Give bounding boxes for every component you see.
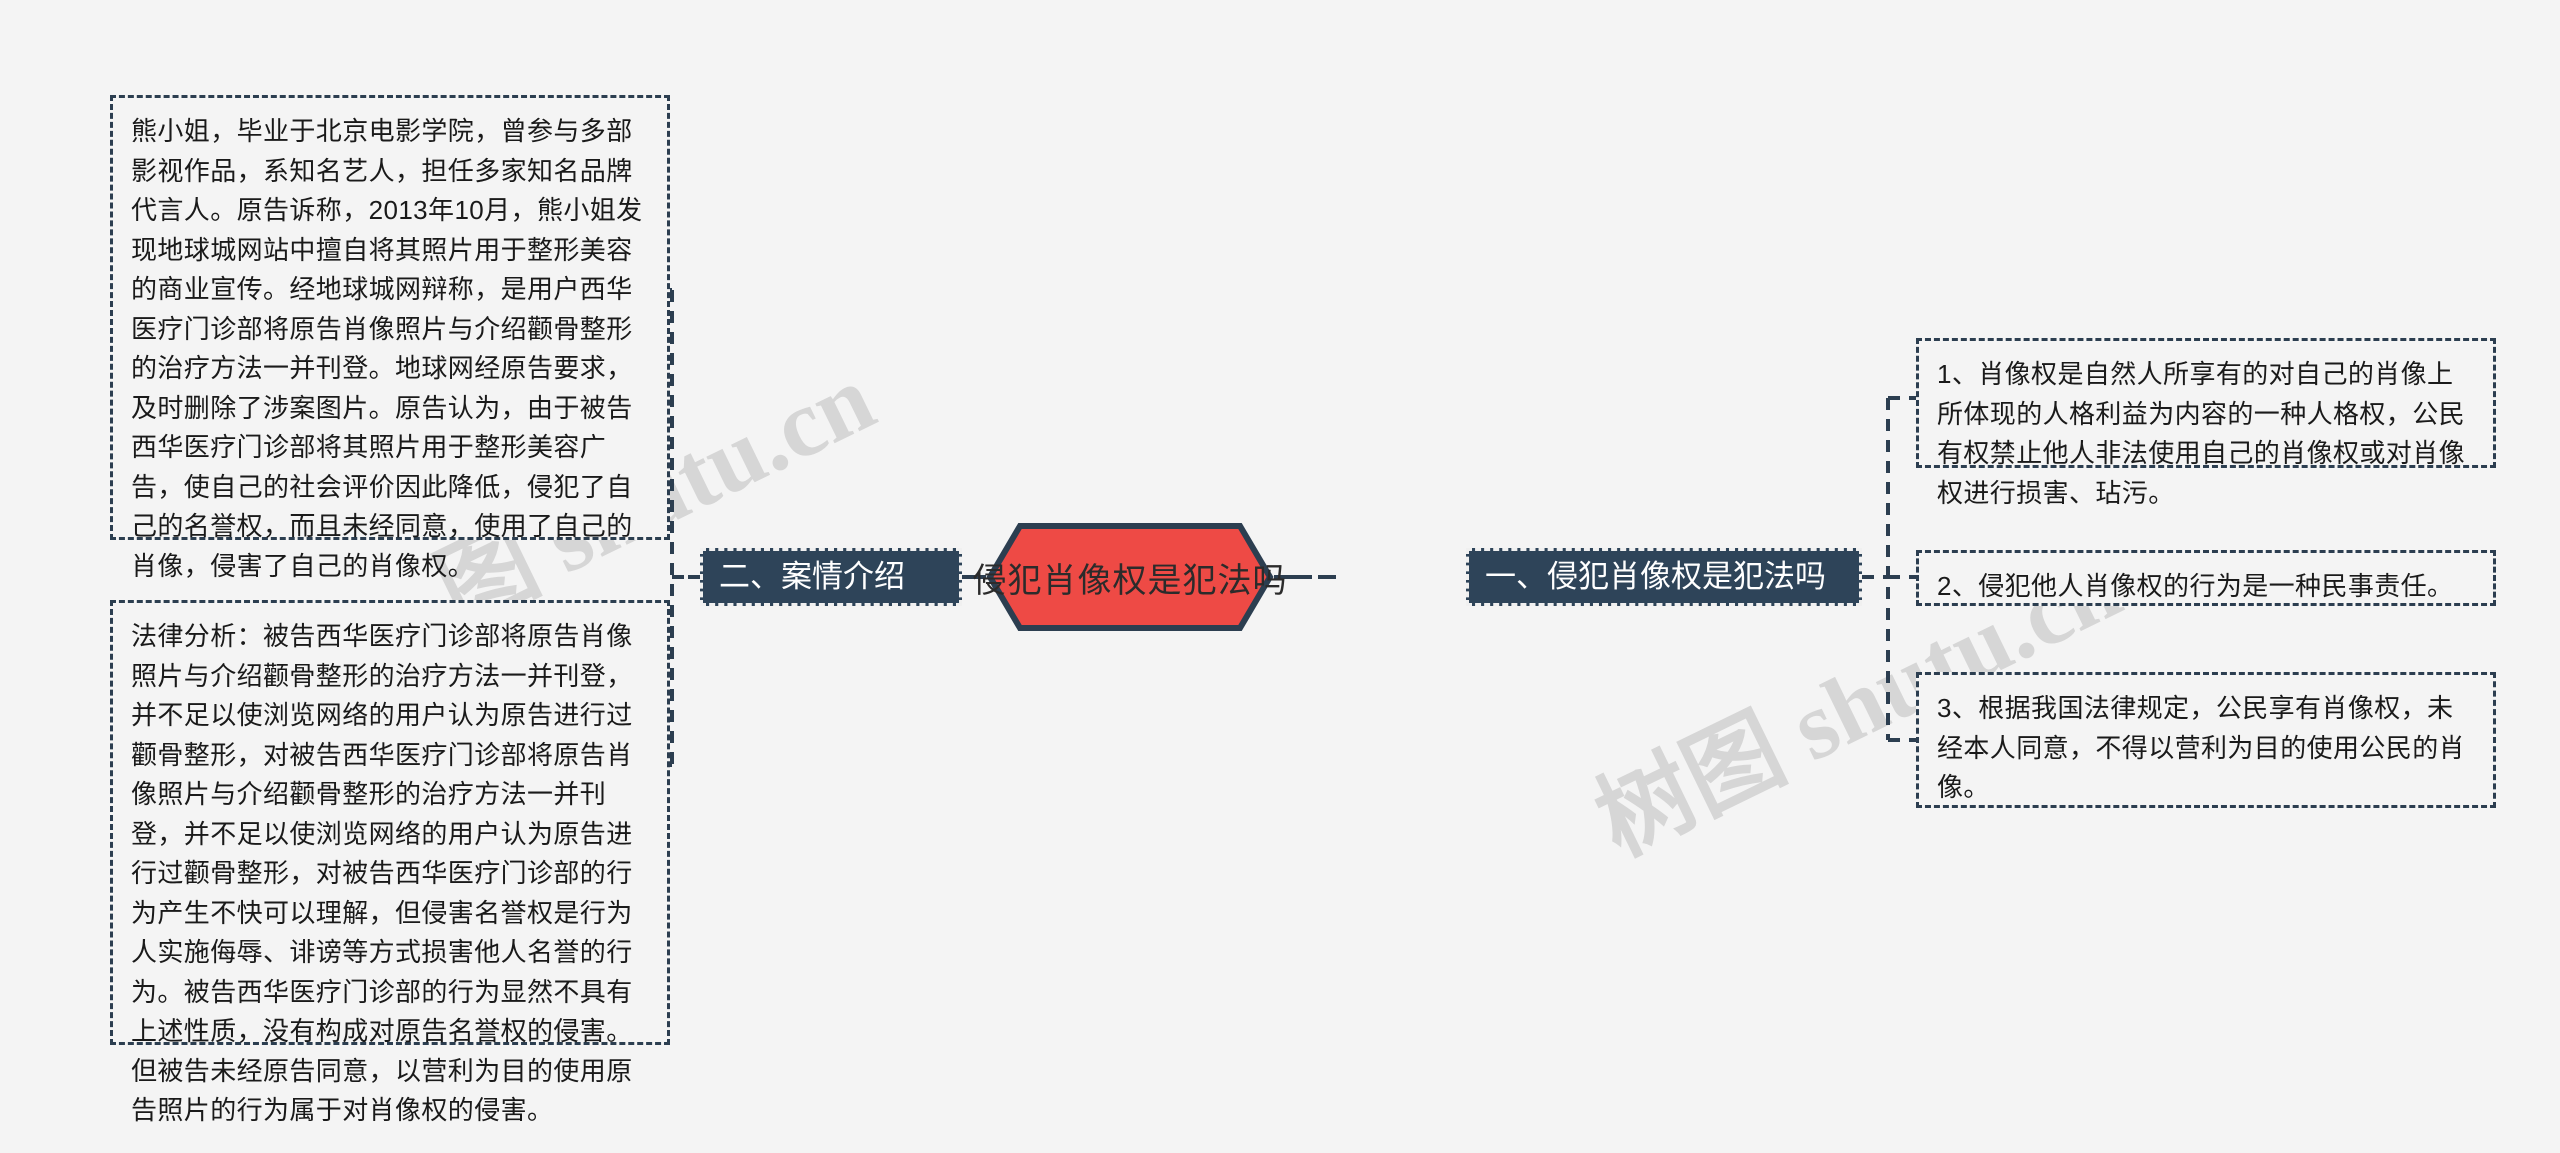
leaf-box-legal-analysis[interactable]: 法律分析：被告西华医疗门诊部将原告肖像照片与介绍颧骨整形的治疗方法一并刊登，并不… xyxy=(110,600,670,1125)
branch-node-case-introduction[interactable]: 二、案情介绍 xyxy=(700,548,962,606)
leaf-box-civil-liability[interactable]: 2、侵犯他人肖像权的行为是一种民事责任。 xyxy=(1916,550,2496,606)
mindmap-canvas: 图 shutu.cn 树图 shutu.cn 熊小姐，毕业于北京电影学院，曾参与… xyxy=(0,0,2560,1153)
leaf-box-law-provision[interactable]: 3、根据我国法律规定，公民享有肖像权，未经本人同意，不得以营利为目的使用公民的肖… xyxy=(1916,672,2496,808)
root-node-label: 侵犯肖像权是犯法吗 xyxy=(972,561,1288,600)
leaf-box-portrait-right-definition[interactable]: 1、肖像权是自然人所享有的对自己的肖像上所体现的人格利益为内容的一种人格权，公民… xyxy=(1916,338,2496,508)
branch-node-is-it-illegal[interactable]: 一、侵犯肖像权是犯法吗 xyxy=(1466,548,1862,606)
leaf-box-case-facts[interactable]: 熊小姐，毕业于北京电影学院，曾参与多部影视作品，系知名艺人，担任多家知名品牌代言… xyxy=(110,95,670,581)
root-node[interactable]: 侵犯肖像权是犯法吗 xyxy=(972,522,1288,632)
